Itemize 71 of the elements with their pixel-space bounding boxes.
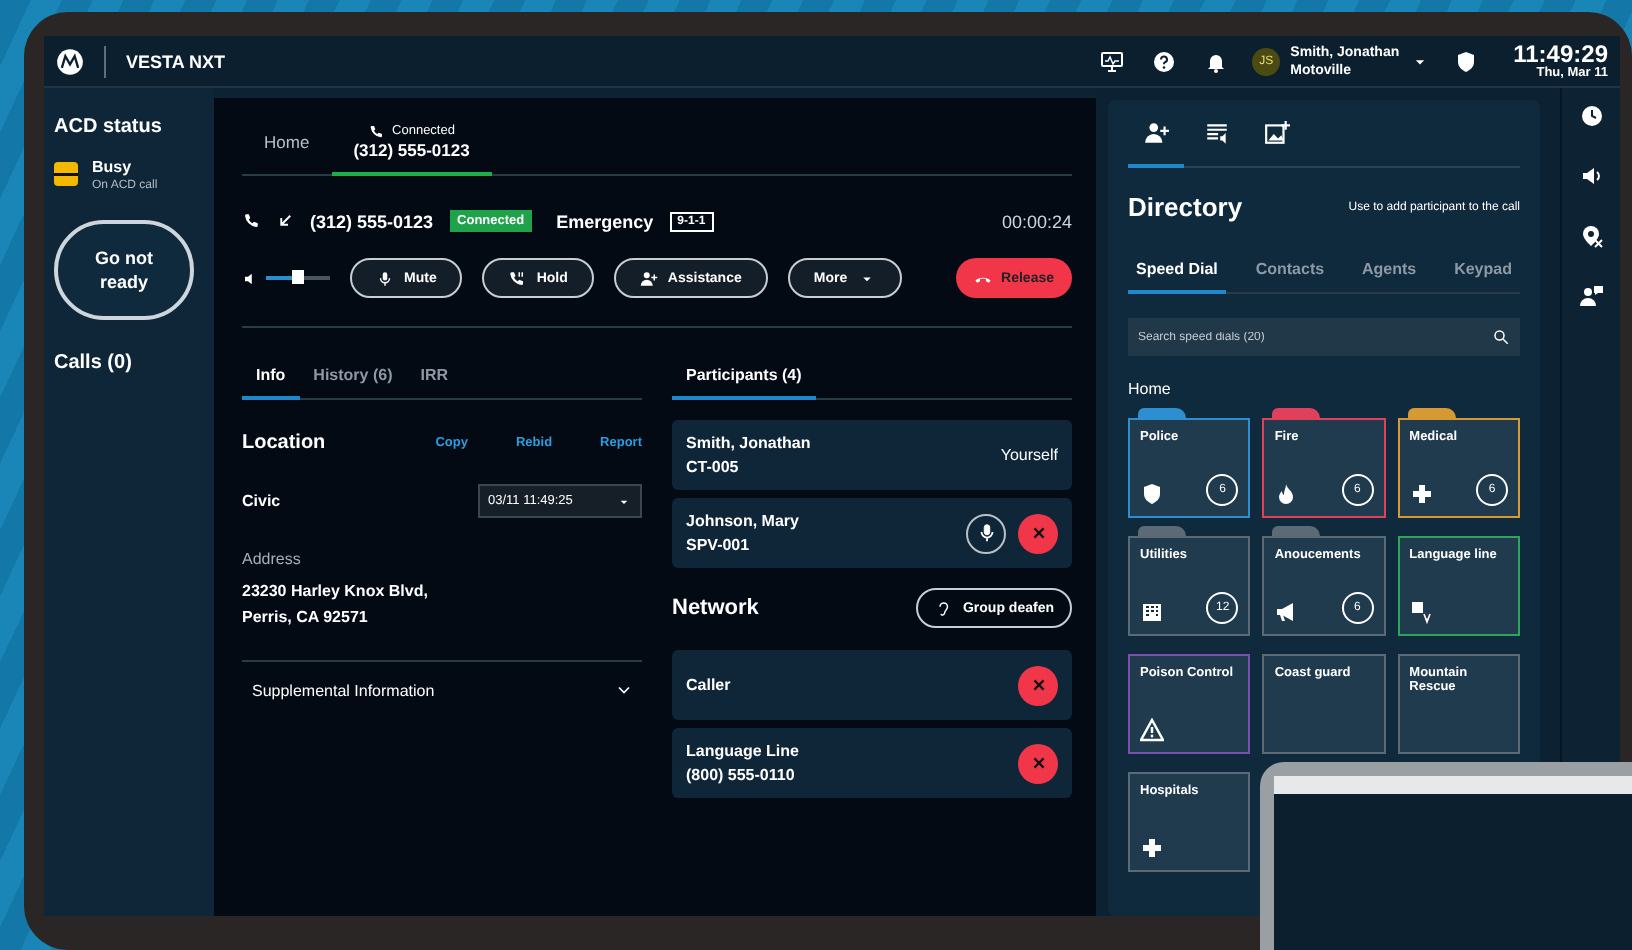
phone-icon — [368, 123, 385, 139]
remove-button[interactable] — [1018, 665, 1058, 705]
network-name: Caller — [686, 676, 731, 694]
slider-thumb[interactable] — [292, 270, 304, 284]
section-label: Home — [1128, 380, 1173, 398]
panel-title: Directory — [1128, 192, 1243, 222]
mute-button[interactable] — [966, 513, 1006, 553]
speaker-icon[interactable] — [1579, 164, 1603, 188]
tab[interactable]: Info — [242, 358, 300, 400]
tab[interactable]: IRR — [406, 358, 463, 400]
add-person-icon — [639, 269, 658, 287]
clock-time: 11:49:29 — [1513, 42, 1608, 66]
list-speaker-icon — [1203, 119, 1229, 145]
address-text: 23230 Harley Knox Blvd, Perris, CA 92571 — [242, 580, 430, 630]
section-title: Network — [672, 596, 759, 620]
tab[interactable]: Participants (4) — [672, 358, 816, 400]
shield-icon[interactable] — [1453, 49, 1478, 73]
field-label: Civic — [242, 492, 281, 510]
remove-button[interactable] — [1018, 513, 1058, 553]
add-person-icon — [1143, 119, 1169, 145]
shield-icon — [1140, 482, 1164, 506]
supplemental-row[interactable]: Supplemental Information — [242, 662, 642, 700]
field-label: Address — [242, 550, 303, 568]
clock-icon[interactable] — [1579, 104, 1603, 128]
warning-icon — [1140, 718, 1164, 742]
go-not-ready-button[interactable]: Go not ready — [54, 220, 194, 320]
tab-label: Home — [264, 131, 310, 151]
microphone-icon — [376, 269, 394, 287]
flame-icon — [1274, 482, 1299, 506]
call-timer: 00:00:24 — [1001, 211, 1072, 231]
translate-icon — [1409, 600, 1434, 624]
cross-icon — [1140, 836, 1164, 860]
participant-name: Johnson, Mary — [686, 512, 799, 530]
tab[interactable]: Keypad — [1446, 248, 1520, 294]
microphone-icon — [975, 522, 997, 544]
phone-number: (312) 555-0123 — [353, 139, 470, 159]
calls-count: Calls (0) — [54, 352, 134, 374]
network-name: Language Line — [686, 742, 799, 760]
phone-pause-icon — [508, 269, 527, 287]
tab[interactable]: Speed Dial — [1128, 248, 1226, 294]
help-icon[interactable] — [1152, 49, 1177, 73]
tab[interactable]: History (6) — [299, 358, 407, 400]
logo-icon — [56, 47, 84, 75]
building-icon — [1140, 600, 1164, 624]
busy-icon — [54, 162, 78, 186]
megaphone-icon — [1274, 600, 1299, 624]
participant-note: Yourself — [1000, 446, 1058, 464]
search-icon — [1492, 328, 1510, 346]
image-plus-icon — [1263, 119, 1289, 145]
participant-id: CT-005 — [686, 458, 741, 476]
monitor-icon[interactable] — [1100, 49, 1125, 73]
tab[interactable]: Contacts — [1247, 248, 1333, 294]
app-title: VESTA NXT — [126, 51, 226, 71]
participant-id: SPV-001 — [686, 536, 752, 554]
tab[interactable]: Agents — [1354, 248, 1425, 294]
person-chat-icon[interactable] — [1579, 284, 1603, 308]
status-label: Busy — [92, 158, 134, 176]
participant-name: Smith, Jonathan — [686, 434, 811, 452]
arrow-icon — [276, 212, 294, 230]
phone-number: (312) 555-0123 — [310, 211, 434, 231]
location-off-icon[interactable] — [1579, 224, 1603, 248]
cross-icon — [1409, 482, 1434, 506]
remove-button[interactable] — [1018, 743, 1058, 783]
phone-icon — [242, 212, 260, 230]
sidebar-title: ACD status — [54, 116, 164, 138]
call-type: Emergency — [556, 211, 654, 231]
section-title: Location — [242, 432, 328, 454]
call-tab[interactable]: Home — [242, 110, 332, 176]
bell-icon[interactable] — [1204, 49, 1229, 73]
ear-icon — [934, 599, 953, 617]
network-number: (800) 555-0110 — [686, 766, 797, 784]
